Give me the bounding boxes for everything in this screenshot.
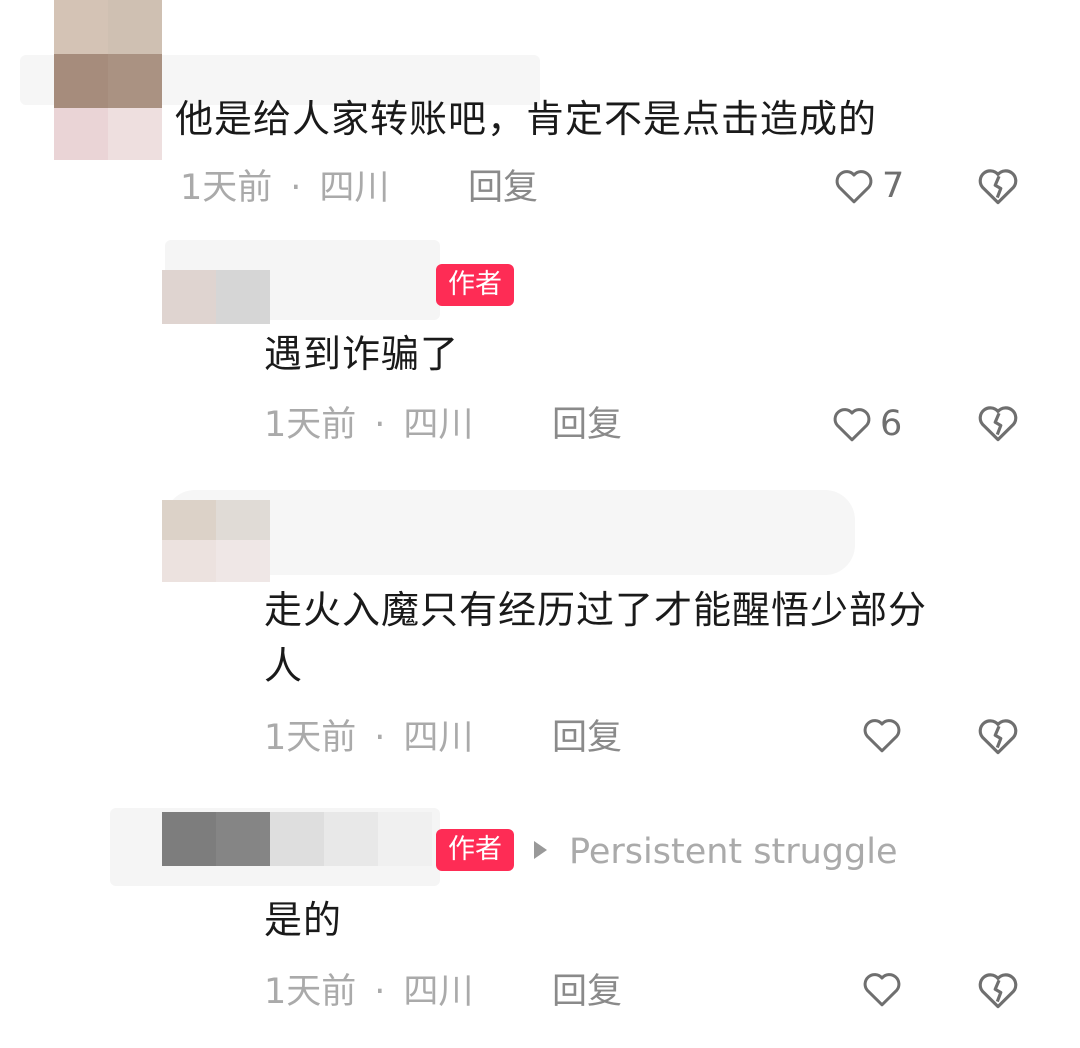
comment-text-line2: 人 (264, 644, 304, 688)
timestamp: 1天前 (264, 718, 357, 758)
comment-meta: 1天前 · 四川 回复 (180, 166, 680, 210)
reply-button[interactable]: 回复 (552, 970, 622, 1014)
like-button[interactable]: 7 (834, 166, 904, 206)
dislike-button[interactable] (977, 716, 1019, 760)
comment-meta: 1天前 · 四川 回复 (264, 716, 764, 760)
reply-button[interactable]: 回复 (468, 166, 538, 210)
like-button[interactable] (862, 970, 910, 1008)
dislike-button[interactable] (977, 970, 1019, 1014)
comment-meta: 1天前 · 四川 回复 (264, 970, 764, 1014)
reply-button[interactable]: 回复 (552, 403, 622, 447)
separator: · (374, 718, 386, 758)
like-button[interactable]: 6 (832, 404, 902, 444)
location: 四川 (403, 405, 474, 445)
avatar[interactable] (162, 270, 270, 324)
play-triangle-icon (534, 841, 547, 859)
reply-target-name[interactable]: Persistent struggle (569, 832, 897, 872)
avatar[interactable] (162, 500, 270, 582)
separator: · (290, 168, 302, 208)
reply-button[interactable]: 回复 (552, 716, 622, 760)
broken-heart-icon (978, 973, 1018, 1009)
broken-heart-icon (978, 169, 1018, 205)
separator: · (374, 972, 386, 1012)
avatar[interactable] (54, 0, 162, 160)
timestamp: 1天前 (180, 168, 273, 208)
timestamp: 1天前 (264, 405, 357, 445)
heart-outline-icon (863, 719, 901, 753)
comment-text: 他是给人家转账吧，肯定不是点击造成的 (175, 97, 878, 141)
location: 四川 (319, 168, 390, 208)
dislike-button[interactable] (977, 403, 1019, 447)
timestamp: 1天前 (264, 972, 357, 1012)
dislike-button[interactable] (977, 166, 1019, 210)
heart-outline-icon (835, 170, 873, 204)
like-button[interactable] (862, 716, 910, 754)
heart-outline-icon (863, 973, 901, 1007)
broken-heart-icon (978, 406, 1018, 442)
heart-outline-icon (833, 408, 871, 442)
broken-heart-icon (978, 719, 1018, 755)
comment-text-line1: 走火入魔只有经历过了才能醒悟少部分 (264, 588, 928, 632)
comment-meta: 1天前 · 四川 回复 (264, 403, 764, 447)
location: 四川 (403, 972, 474, 1012)
like-count: 6 (880, 404, 903, 444)
like-count: 7 (882, 166, 905, 206)
separator: · (374, 405, 386, 445)
location: 四川 (403, 718, 474, 758)
comment-text: 是的 (264, 898, 343, 942)
author-badge: 作者 (436, 829, 514, 871)
author-badge: 作者 (436, 264, 514, 306)
avatar[interactable] (162, 812, 432, 866)
reply-target: Persistent struggle (534, 830, 897, 874)
comment-text: 遇到诈骗了 (264, 332, 460, 376)
